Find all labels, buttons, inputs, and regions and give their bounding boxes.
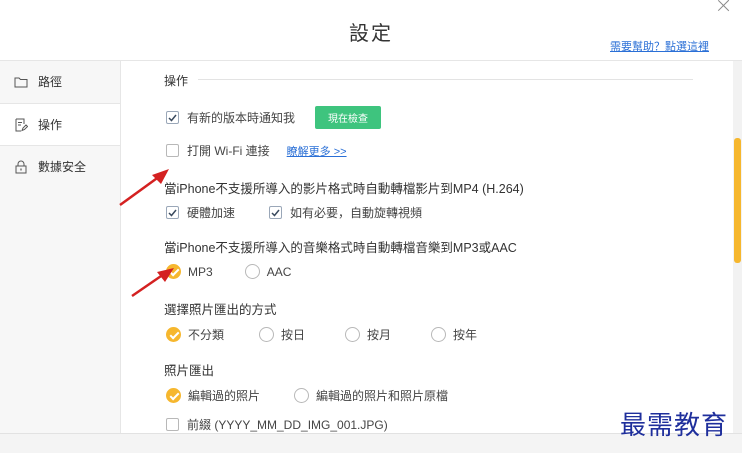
by-year-radio[interactable]: [431, 327, 447, 342]
sidebar-item-operation[interactable]: 操作: [0, 103, 120, 145]
prefix-label: 前綴 (YYYY_MM_DD_IMG_001.JPG): [187, 418, 388, 432]
settings-window: 設定 需要幫助？點選這裡 路徑 操作 數據安全 操作 有新的版本時通知我 現在檢…: [0, 0, 742, 453]
photo-export-row: 編輯過的照片 編輯過的照片和照片原檔: [166, 387, 448, 404]
annotation-arrow-mp3: [131, 268, 174, 298]
open-wifi-row: 打開 Wi-Fi 連接 瞭解更多 >>: [166, 142, 347, 159]
annotation-arrow-wifi: [119, 169, 169, 207]
edited-photos-label: 編輯過的照片: [188, 389, 261, 403]
prefix-row: 前綴 (YYYY_MM_DD_IMG_001.JPG): [166, 416, 388, 433]
sidebar-item-path[interactable]: 路徑: [0, 61, 120, 103]
settings-content: 操作 有新的版本時通知我 現在檢查 打開 Wi-Fi 連接 瞭解更多 >> 當i…: [122, 61, 732, 433]
notify-new-version-checkbox[interactable]: [166, 111, 179, 124]
sidebar: 路徑 操作 數據安全: [0, 61, 121, 433]
edited-and-original-label: 編輯過的照片和照片原檔: [316, 389, 449, 403]
lock-icon: [15, 160, 27, 174]
open-wifi-checkbox[interactable]: [166, 144, 179, 157]
prefix-checkbox[interactable]: [166, 418, 179, 431]
hardware-accel-row: 硬體加速 如有必要，自動旋轉視頻: [166, 204, 422, 221]
sidebar-item-data-security[interactable]: 數據安全: [0, 145, 120, 187]
sidebar-item-label: 路徑: [38, 75, 63, 89]
hardware-accel-label: 硬體加速: [187, 206, 236, 220]
no-category-label: 不分類: [188, 328, 225, 342]
section-title: 操作: [164, 74, 189, 88]
help-link[interactable]: 需要幫助？點選這裡: [610, 38, 709, 54]
auto-rotate-checkbox[interactable]: [269, 206, 283, 219]
no-category-radio[interactable]: [166, 327, 181, 342]
by-month-label: 按月: [367, 328, 392, 342]
title-bar: 設定 需要幫助？點選這裡: [0, 0, 742, 61]
music-format-row: MP3 AAC: [166, 264, 291, 279]
music-convert-title: 當iPhone不支援所導入的音樂格式時自動轉檔音樂到MP3或AAC: [164, 241, 517, 255]
scrollbar-thumb[interactable]: [734, 138, 741, 263]
section-divider: [198, 79, 693, 80]
document-edit-icon: [15, 118, 28, 132]
edited-and-original-radio[interactable]: [294, 388, 310, 403]
by-day-label: 按日: [281, 328, 306, 342]
aac-label: AAC: [266, 264, 292, 279]
by-day-radio[interactable]: [259, 327, 275, 342]
sidebar-item-label: 數據安全: [38, 160, 87, 174]
photo-export-method-row: 不分類 按日 按月 按年: [166, 326, 477, 343]
sidebar-item-label: 操作: [38, 118, 63, 132]
by-year-label: 按年: [453, 328, 478, 342]
watermark: 最需教育: [620, 411, 729, 441]
auto-rotate-label: 如有必要，自動旋轉視頻: [290, 206, 423, 220]
notify-new-version-label: 有新的版本時通知我: [187, 111, 296, 125]
video-convert-title: 當iPhone不支援所導入的影片格式時自動轉檔影片到MP4 (H.264): [164, 182, 524, 196]
by-month-radio[interactable]: [345, 327, 361, 342]
aac-radio[interactable]: [244, 264, 260, 279]
folder-icon: [14, 77, 28, 88]
mp3-label: MP3: [188, 264, 213, 279]
check-now-button[interactable]: 現在檢查: [315, 106, 382, 129]
edited-photos-radio[interactable]: [166, 388, 181, 403]
open-wifi-label: 打開 Wi-Fi 連接: [187, 144, 270, 158]
scrollbar[interactable]: [733, 61, 742, 433]
photo-export-title: 照片匯出: [164, 364, 215, 378]
close-icon[interactable]: [716, 0, 732, 14]
notify-new-version-row: 有新的版本時通知我 現在檢查: [166, 106, 382, 129]
photo-export-method-title: 選擇照片匯出的方式: [164, 303, 277, 317]
learn-more-link[interactable]: 瞭解更多 >>: [287, 143, 347, 159]
